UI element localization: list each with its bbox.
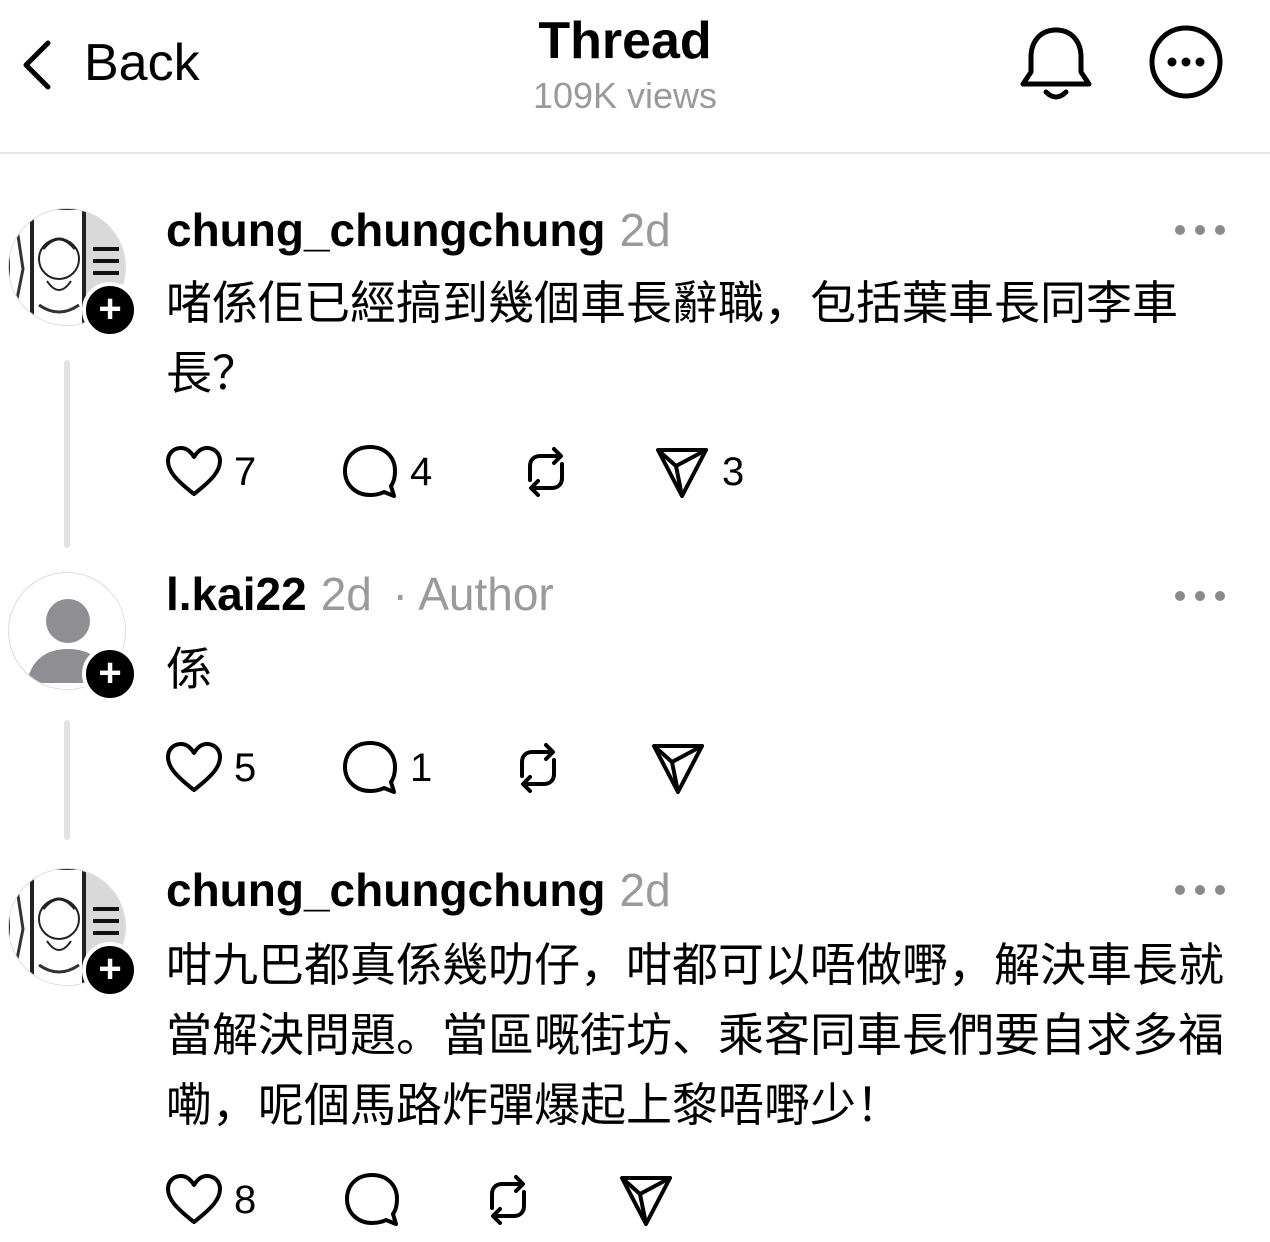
repost-button[interactable] [508,736,568,800]
username[interactable]: chung_chungchung [166,204,606,256]
post-actions: 7 4 3 [164,440,764,504]
bell-icon[interactable] [1018,24,1094,104]
reply-button[interactable]: 1 [340,736,432,800]
post-actions: 5 1 [164,736,724,800]
like-count: 7 [234,449,257,494]
header-bar: Back Thread 109K views [0,0,1270,154]
send-icon [652,744,704,794]
post-text: 啫係佢已經搞到幾個車長辭職，包括葉車長同李車長？ [166,276,1178,400]
more-options-icon[interactable] [1172,880,1228,900]
share-button[interactable] [648,736,708,800]
comment-icon [345,1173,399,1226]
post-text: 係 [166,642,212,696]
reply-count: 4 [410,449,433,494]
thread-connector-line [64,720,70,840]
post-actions: 8 [164,1168,684,1232]
more-circle-icon[interactable] [1148,24,1224,104]
heart-icon [166,446,222,496]
back-button[interactable]: Back [18,30,200,96]
username[interactable]: chung_chungchung [166,864,606,916]
post-time: 2d [619,204,671,256]
avatar[interactable]: + [8,208,138,338]
avatar[interactable]: + [8,572,138,702]
avatar[interactable]: + [8,868,138,998]
author-tag: · Author [392,568,554,620]
comment-icon [343,741,397,794]
post-time: 2d [320,568,372,620]
heart-icon [166,742,222,792]
like-count: 5 [234,745,257,790]
post-text: 咁九巴都真係幾叻仔，咁都可以唔做嘢，解決車長就當解決問題。當區嘅街坊、乘客同車長… [166,938,1224,1132]
repost-button[interactable] [516,440,576,504]
share-button[interactable] [616,1168,676,1232]
like-button[interactable]: 7 [164,440,256,504]
repost-button[interactable] [478,1168,538,1232]
like-button[interactable]: 8 [164,1168,256,1232]
follow-plus-icon[interactable]: + [82,646,138,702]
like-button[interactable]: 5 [164,736,256,800]
repost-icon [528,447,564,497]
reply-button[interactable] [342,1168,402,1232]
share-count: 3 [722,449,745,494]
thread-connector-line [64,360,70,548]
post-meta: l.kai22 2d · Author [166,566,554,622]
follow-plus-icon[interactable]: + [82,942,138,998]
view-count: 109K views [532,75,718,116]
share-button[interactable]: 3 [652,440,744,504]
post-meta: chung_chungchung 2d [166,202,671,258]
title-block: Thread 109K views [420,10,830,118]
post-meta: chung_chungchung 2d [166,862,671,918]
send-icon [620,1176,672,1226]
more-options-icon[interactable] [1172,220,1228,240]
like-count: 8 [234,1177,257,1222]
repost-icon [520,743,556,793]
username[interactable]: l.kai22 [166,568,307,620]
back-label: Back [84,34,200,92]
reply-count: 1 [410,745,433,790]
post-time: 2d [619,864,671,916]
send-icon [656,448,708,498]
follow-plus-icon[interactable]: + [82,282,138,338]
page-title: Thread [538,12,712,70]
reply-button[interactable]: 4 [340,440,432,504]
comment-icon [343,445,397,498]
chevron-left-icon [23,40,51,90]
heart-icon [166,1174,222,1224]
more-options-icon[interactable] [1172,586,1228,606]
repost-icon [490,1175,526,1225]
